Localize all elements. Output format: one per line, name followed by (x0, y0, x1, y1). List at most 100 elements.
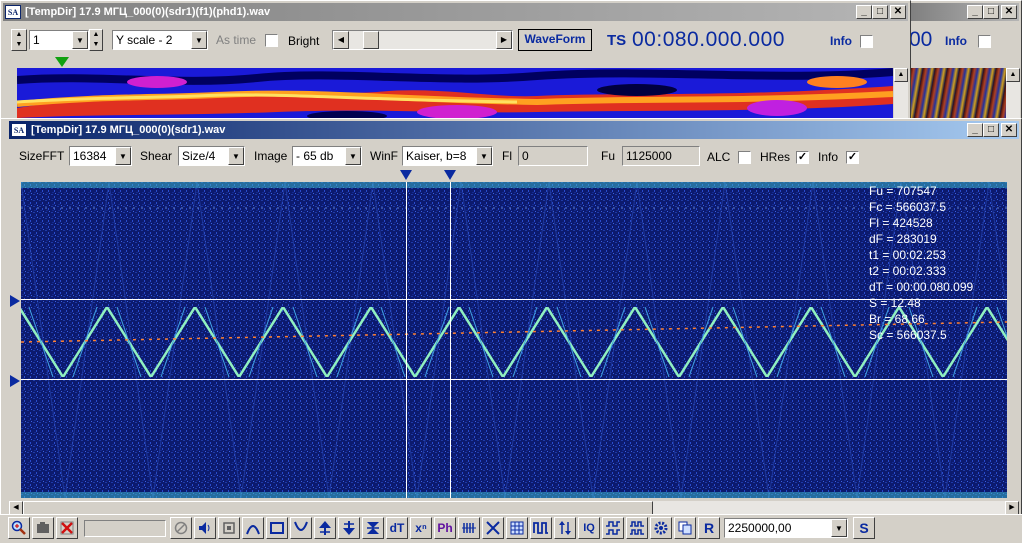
chevron-down-icon[interactable]: ▼ (831, 519, 847, 537)
sync2-button[interactable] (626, 517, 648, 539)
camera-button[interactable] (32, 517, 54, 539)
spin-up-down-2[interactable]: ▲ ▼ (89, 29, 103, 51)
marker-down-button[interactable] (338, 517, 360, 539)
sync-button[interactable] (602, 517, 624, 539)
iq-button[interactable]: IQ (578, 517, 600, 539)
fu-input[interactable]: 1125000 (622, 146, 700, 166)
s-button[interactable]: S (853, 517, 875, 539)
main-hscroll[interactable]: ◀ ▶ (9, 501, 1019, 515)
chevron-down-icon[interactable]: ▼ (228, 147, 244, 165)
slider-left-arrow[interactable]: ◀ (333, 31, 349, 49)
copy-button[interactable] (674, 517, 696, 539)
dt-button[interactable]: dT (386, 517, 408, 539)
circle-slash-button[interactable] (170, 517, 192, 539)
cross-wave-icon (486, 521, 500, 535)
frequency-combo[interactable]: 2250000,00 ▼ (724, 518, 848, 538)
back-window-titlebar[interactable]: SA [TempDir] 17.9 МГЦ_000(0)(sdr1)(f1)(p… (3, 3, 908, 21)
cursor-t2[interactable] (450, 182, 451, 498)
scroll-left-arrow[interactable]: ◀ (9, 501, 23, 515)
stop-button[interactable] (218, 517, 240, 539)
phase-spectrogram[interactable] (17, 68, 893, 121)
readout-df: dF = 283019 (869, 232, 937, 246)
right-info-checkbox[interactable] (978, 35, 991, 48)
main-info-checkbox[interactable]: ✓ (846, 151, 859, 164)
bright-slider[interactable]: ◀ ▶ (332, 30, 513, 50)
zoom-icon (11, 520, 26, 535)
close-button[interactable]: ✕ (890, 5, 906, 19)
time-marker-icon[interactable] (55, 57, 69, 67)
circle-slash-icon (174, 521, 188, 535)
yscale-combo[interactable]: Y scale - 2 ▼ (112, 30, 208, 50)
square-button[interactable] (266, 517, 288, 539)
alc-checkbox[interactable] (738, 151, 751, 164)
maximize-button[interactable]: □ (872, 5, 888, 19)
hres-checkbox[interactable]: ✓ (796, 151, 809, 164)
minimize-button[interactable]: _ (967, 123, 983, 137)
slider-right-arrow[interactable]: ▶ (496, 31, 512, 49)
spectrogram[interactable]: Fu = 707547 Fc = 566037.5 Fl = 424528 dF… (21, 182, 1007, 498)
fl-label: Fl (502, 149, 512, 163)
chevron-down-icon[interactable]: ▼ (115, 147, 131, 165)
gear-button[interactable] (650, 517, 672, 539)
marker-up-button[interactable] (314, 517, 336, 539)
pulse-button[interactable] (530, 517, 552, 539)
cursor-t1[interactable] (406, 182, 407, 498)
right-spectrogram[interactable] (911, 68, 1006, 121)
marker-fu-icon[interactable] (10, 295, 20, 307)
marker-t1-icon[interactable] (400, 170, 412, 180)
marker-t2-icon[interactable] (444, 170, 456, 180)
chevron-down-icon[interactable]: ▼ (191, 31, 207, 49)
scroll-thumb[interactable] (23, 501, 653, 515)
double-marker-button[interactable] (362, 517, 384, 539)
waveform-button[interactable]: WaveForm (518, 29, 592, 51)
minimize-button[interactable]: _ (967, 5, 983, 19)
zoom-button[interactable] (8, 517, 30, 539)
shear-combo[interactable]: Size/4 ▼ (178, 146, 245, 166)
fl-input[interactable]: 0 (518, 146, 588, 166)
back-info-checkbox[interactable] (860, 35, 873, 48)
ph-button[interactable]: Ph (434, 517, 456, 539)
channel-combo[interactable]: 1 ▼ (29, 30, 89, 50)
scroll-right-arrow[interactable]: ▶ (1005, 501, 1019, 515)
arc-up-button[interactable] (242, 517, 264, 539)
cursor-fl[interactable] (21, 379, 1007, 380)
updown-button[interactable] (554, 517, 576, 539)
arc-down-button[interactable] (290, 517, 312, 539)
right-vscroll[interactable]: ▲ (1006, 68, 1020, 121)
scroll-up-arrow[interactable]: ▲ (894, 68, 908, 82)
grid-button[interactable] (506, 517, 528, 539)
as-time-checkbox[interactable] (265, 34, 278, 47)
speaker-button[interactable] (194, 517, 216, 539)
right-info-label: Info (945, 34, 967, 48)
main-window: SA [TempDir] 17.9 МГЦ_000(0)(sdr1).wav _… (0, 118, 1022, 518)
grid-icon (510, 521, 524, 535)
app-icon: SA (5, 5, 21, 19)
right-window-titlebar[interactable]: _ □ ✕ (911, 3, 1019, 21)
spin-up-down[interactable]: ▲ ▼ (11, 29, 27, 51)
chevron-down-icon[interactable]: ▼ (345, 147, 361, 165)
bars-button[interactable] (458, 517, 480, 539)
scroll-up-arrow[interactable]: ▲ (1006, 68, 1020, 82)
minimize-button[interactable]: _ (856, 5, 872, 19)
chevron-down-icon[interactable]: ▼ (72, 31, 88, 49)
main-window-titlebar[interactable]: SA [TempDir] 17.9 МГЦ_000(0)(sdr1).wav _… (9, 121, 1019, 139)
slider-thumb[interactable] (363, 31, 379, 49)
cursor-fu[interactable] (21, 299, 1007, 300)
readout-panel: Fu = 707547 Fc = 566037.5 Fl = 424528 dF… (869, 183, 973, 343)
close-button[interactable]: ✕ (1001, 123, 1017, 137)
xn-button[interactable]: xⁿ (410, 517, 432, 539)
r-button[interactable]: R (698, 517, 720, 539)
image-combo[interactable]: - 65 db ▼ (292, 146, 362, 166)
arc-up-icon (246, 525, 260, 535)
marker-fl-icon[interactable] (10, 375, 20, 387)
chevron-down-icon[interactable]: ▼ (476, 147, 492, 165)
image-label: Image (254, 149, 288, 163)
back-vscroll[interactable]: ▲ (894, 68, 908, 121)
delete-button[interactable] (56, 517, 78, 539)
winf-combo[interactable]: Kaiser, b=8 ▼ (402, 146, 493, 166)
sizefft-combo[interactable]: 16384 ▼ (69, 146, 132, 166)
maximize-button[interactable]: □ (983, 5, 999, 19)
cross-wave-button[interactable] (482, 517, 504, 539)
maximize-button[interactable]: □ (983, 123, 999, 137)
close-button[interactable]: ✕ (1001, 5, 1017, 19)
